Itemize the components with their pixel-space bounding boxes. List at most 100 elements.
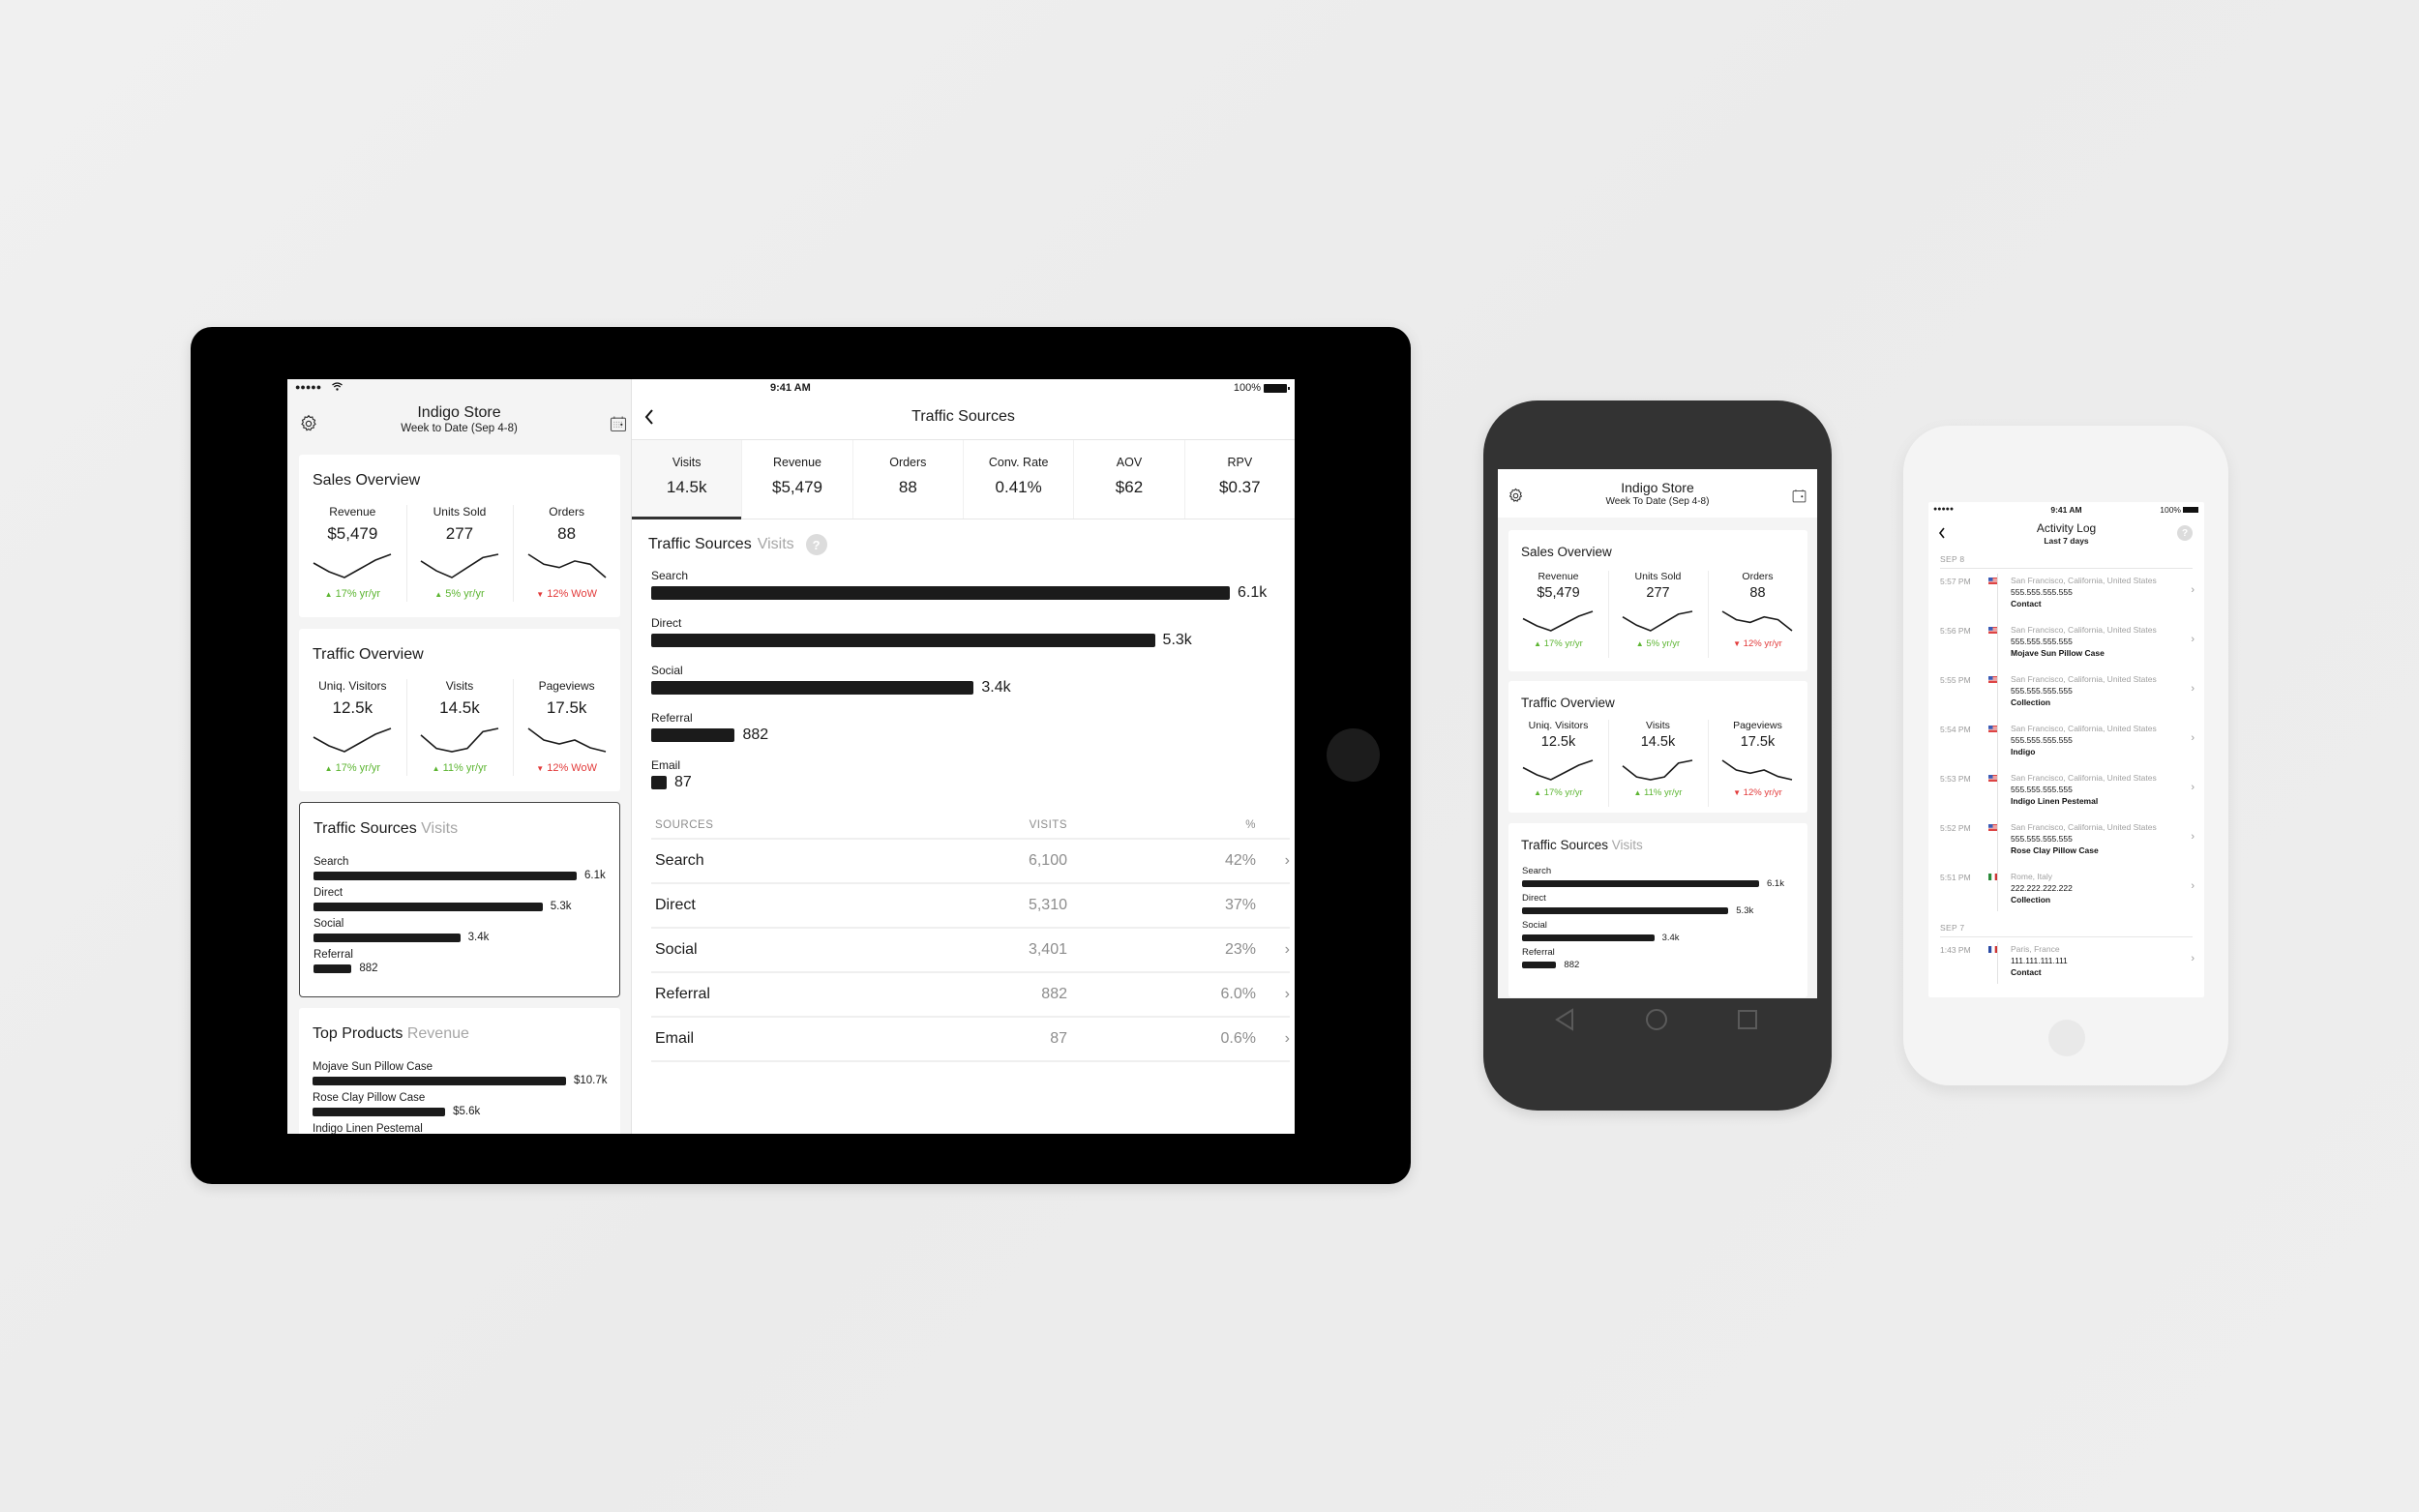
page-subtitle: Last 7 days xyxy=(2044,536,2089,546)
activity-log-entry[interactable]: 5:51 PM Rome, Italy 222.222.222.222 Coll… xyxy=(1928,870,2204,919)
iphone-home-button[interactable] xyxy=(2048,1020,2085,1056)
column-divider xyxy=(1707,720,1709,807)
activity-log-entry[interactable]: 5:57 PM San Francisco, California, Unite… xyxy=(1928,574,2204,623)
metric-value: 12.5k xyxy=(1540,734,1576,750)
table-row[interactable]: Email 87 0.6% › xyxy=(651,1018,1290,1062)
bar xyxy=(314,902,543,911)
divider xyxy=(1940,568,2193,569)
bar-label: Referral xyxy=(651,711,693,725)
trend-up-icon: ▲ xyxy=(432,764,440,773)
gear-icon[interactable] xyxy=(299,414,318,433)
calendar-icon[interactable] xyxy=(1791,488,1807,504)
trend-down-icon: ▼ xyxy=(1733,788,1742,797)
help-icon[interactable]: ? xyxy=(805,534,827,555)
store-header: Indigo Store Week To Date (Sep 4-8) xyxy=(1498,469,1817,518)
traffic-overview-card[interactable]: Traffic Overview Uniq. Visitors 12.5k ▲ … xyxy=(299,629,620,791)
traffic-sources-card[interactable]: Traffic Sources Visits Search 6.1k Direct… xyxy=(299,802,620,997)
traffic-overview-card[interactable]: Traffic Overview Uniq. Visitors 12.5k ▲ … xyxy=(1508,681,1807,813)
tab-orders[interactable]: Orders 88 xyxy=(853,440,964,519)
activity-log-entry[interactable]: 5:56 PM San Francisco, California, Unite… xyxy=(1928,623,2204,672)
entry-ip: 555.555.555.555 xyxy=(2011,587,2073,597)
metric-units-sold[interactable]: Units Sold 277 ▲ 5% yr/yr xyxy=(1608,571,1708,649)
card-title: Sales Overview xyxy=(313,472,421,489)
column-divider xyxy=(513,679,515,776)
chevron-right-icon: › xyxy=(2191,732,2195,744)
sales-overview-card[interactable]: Sales Overview Revenue $5,479 ▲ 17% yr/y… xyxy=(1508,530,1807,671)
metric-visits[interactable]: Visits 14.5k ▲ 11% yr/yr xyxy=(1608,720,1708,798)
bar xyxy=(651,634,1155,647)
delta-badge: ▲ 17% yr/yr xyxy=(324,762,381,774)
card-title: Sales Overview xyxy=(1521,545,1612,559)
metric-revenue[interactable]: Revenue $5,479 ▲ 17% yr/yr xyxy=(1508,571,1608,649)
date-section-header: SEP 7 xyxy=(1940,923,1965,933)
bar-value: 882 xyxy=(742,726,769,743)
chevron-right-icon[interactable]: › xyxy=(1256,1030,1290,1048)
table-row[interactable]: Social 3,401 23% › xyxy=(651,929,1290,973)
chevron-right-icon[interactable]: › xyxy=(1256,852,1290,870)
calendar-icon[interactable] xyxy=(609,414,628,433)
bar-label: Social xyxy=(314,918,344,930)
tab-rpv[interactable]: RPV $0.37 xyxy=(1185,440,1295,519)
entry-page: Contact xyxy=(2011,599,2042,608)
cell-visits: 6,100 xyxy=(1028,852,1067,869)
bar-value: 5.3k xyxy=(1162,632,1192,648)
ipad-home-button[interactable] xyxy=(1327,728,1380,782)
gear-icon[interactable] xyxy=(1508,488,1524,504)
android-back-button[interactable] xyxy=(1554,1008,1575,1031)
cell-source: Social xyxy=(655,941,698,958)
activity-log-entry[interactable]: 5:52 PM San Francisco, California, Unite… xyxy=(1928,820,2204,870)
sources-table: SOURCES VISITS % Search 6,100 42% › Direc… xyxy=(651,813,1290,1062)
chevron-right-icon[interactable]: › xyxy=(1256,941,1290,959)
tab-value: $5,479 xyxy=(771,478,822,496)
column-header-percent[interactable]: % xyxy=(1067,819,1256,831)
metric-value: 12.5k xyxy=(332,698,373,717)
trend-up-icon: ▲ xyxy=(1534,788,1542,797)
wifi-icon xyxy=(332,382,343,391)
bar xyxy=(314,933,461,942)
bar-label: Referral xyxy=(1522,947,1555,958)
table-row[interactable]: Referral 882 6.0% › xyxy=(651,973,1290,1018)
entry-page: Collection xyxy=(2011,895,2051,904)
android-home-button[interactable] xyxy=(1645,1008,1668,1031)
metric-pageviews[interactable]: Pageviews 17.5k ▼ 12% WoW xyxy=(513,679,620,774)
chevron-right-icon[interactable]: › xyxy=(1256,986,1290,1003)
activity-log-entry[interactable]: 1:43 PM Paris, France 111.111.111.111 Co… xyxy=(1928,942,2204,992)
android-recents-button[interactable] xyxy=(1737,1009,1758,1030)
metric-pageviews[interactable]: Pageviews 17.5k ▼ 12% yr/yr xyxy=(1708,720,1807,798)
bar-value: 6.1k xyxy=(1767,878,1784,889)
activity-log-entry[interactable]: 5:53 PM San Francisco, California, Unite… xyxy=(1928,771,2204,820)
bar-item: Mojave Sun Pillow Case $10.7k xyxy=(313,1061,612,1086)
tab-aov[interactable]: AOV $62 xyxy=(1074,440,1185,519)
tab-revenue[interactable]: Revenue $5,479 xyxy=(742,440,853,519)
table-row[interactable]: Direct 5,310 37% xyxy=(651,884,1290,929)
metric-visits[interactable]: Visits 14.5k ▲ 11% yr/yr xyxy=(406,679,514,774)
sales-overview-card[interactable]: Sales Overview Revenue $5,479 ▲ 17% yr/y… xyxy=(299,455,620,617)
metric-uniq-visitors[interactable]: Uniq. Visitors 12.5k ▲ 17% yr/yr xyxy=(1508,720,1608,798)
bar-value: $5.6k xyxy=(453,1106,481,1117)
traffic-sources-card[interactable]: Traffic Sources Visits Search 6.1k Direct… xyxy=(1508,823,1807,997)
table-row[interactable]: Search 6,100 42% › xyxy=(651,840,1290,884)
help-icon[interactable]: ? xyxy=(2177,525,2193,541)
activity-log-entry[interactable]: 5:54 PM San Francisco, California, Unite… xyxy=(1928,722,2204,771)
table-header: SOURCES VISITS % xyxy=(651,813,1290,840)
metric-units-sold[interactable]: Units Sold 277 ▲ 5% yr/yr xyxy=(406,505,514,600)
entry-time: 5:55 PM xyxy=(1940,675,1971,685)
metric-uniq-visitors[interactable]: Uniq. Visitors 12.5k ▲ 17% yr/yr xyxy=(299,679,406,774)
battery-indicator: 100% xyxy=(2160,505,2198,515)
sparkline-chart xyxy=(1523,610,1594,632)
metric-label: Units Sold xyxy=(1634,571,1682,582)
tab-visits[interactable]: Visits 14.5k xyxy=(632,440,743,519)
metric-orders[interactable]: Orders 88 ▼ 12% yr/yr xyxy=(1708,571,1807,649)
column-header-visits[interactable]: VISITS xyxy=(1000,819,1067,831)
activity-log-entry[interactable]: 5:55 PM San Francisco, California, Unite… xyxy=(1928,672,2204,722)
metric-revenue[interactable]: Revenue $5,479 ▲ 17% yr/yr xyxy=(299,505,406,600)
metric-orders[interactable]: Orders 88 ▼ 12% WoW xyxy=(513,505,620,600)
column-header-sources[interactable]: SOURCES xyxy=(651,819,1000,831)
bar-label: Mojave Sun Pillow Case xyxy=(313,1061,433,1073)
timeline-line xyxy=(1997,942,1998,984)
tab-conv-rate[interactable]: Conv. Rate 0.41% xyxy=(964,440,1075,519)
entry-time: 1:43 PM xyxy=(1940,945,1971,955)
top-products-card[interactable]: Top Products Revenue Mojave Sun Pillow C… xyxy=(299,1008,620,1134)
column-divider xyxy=(405,679,407,776)
entry-time: 5:54 PM xyxy=(1940,725,1971,734)
